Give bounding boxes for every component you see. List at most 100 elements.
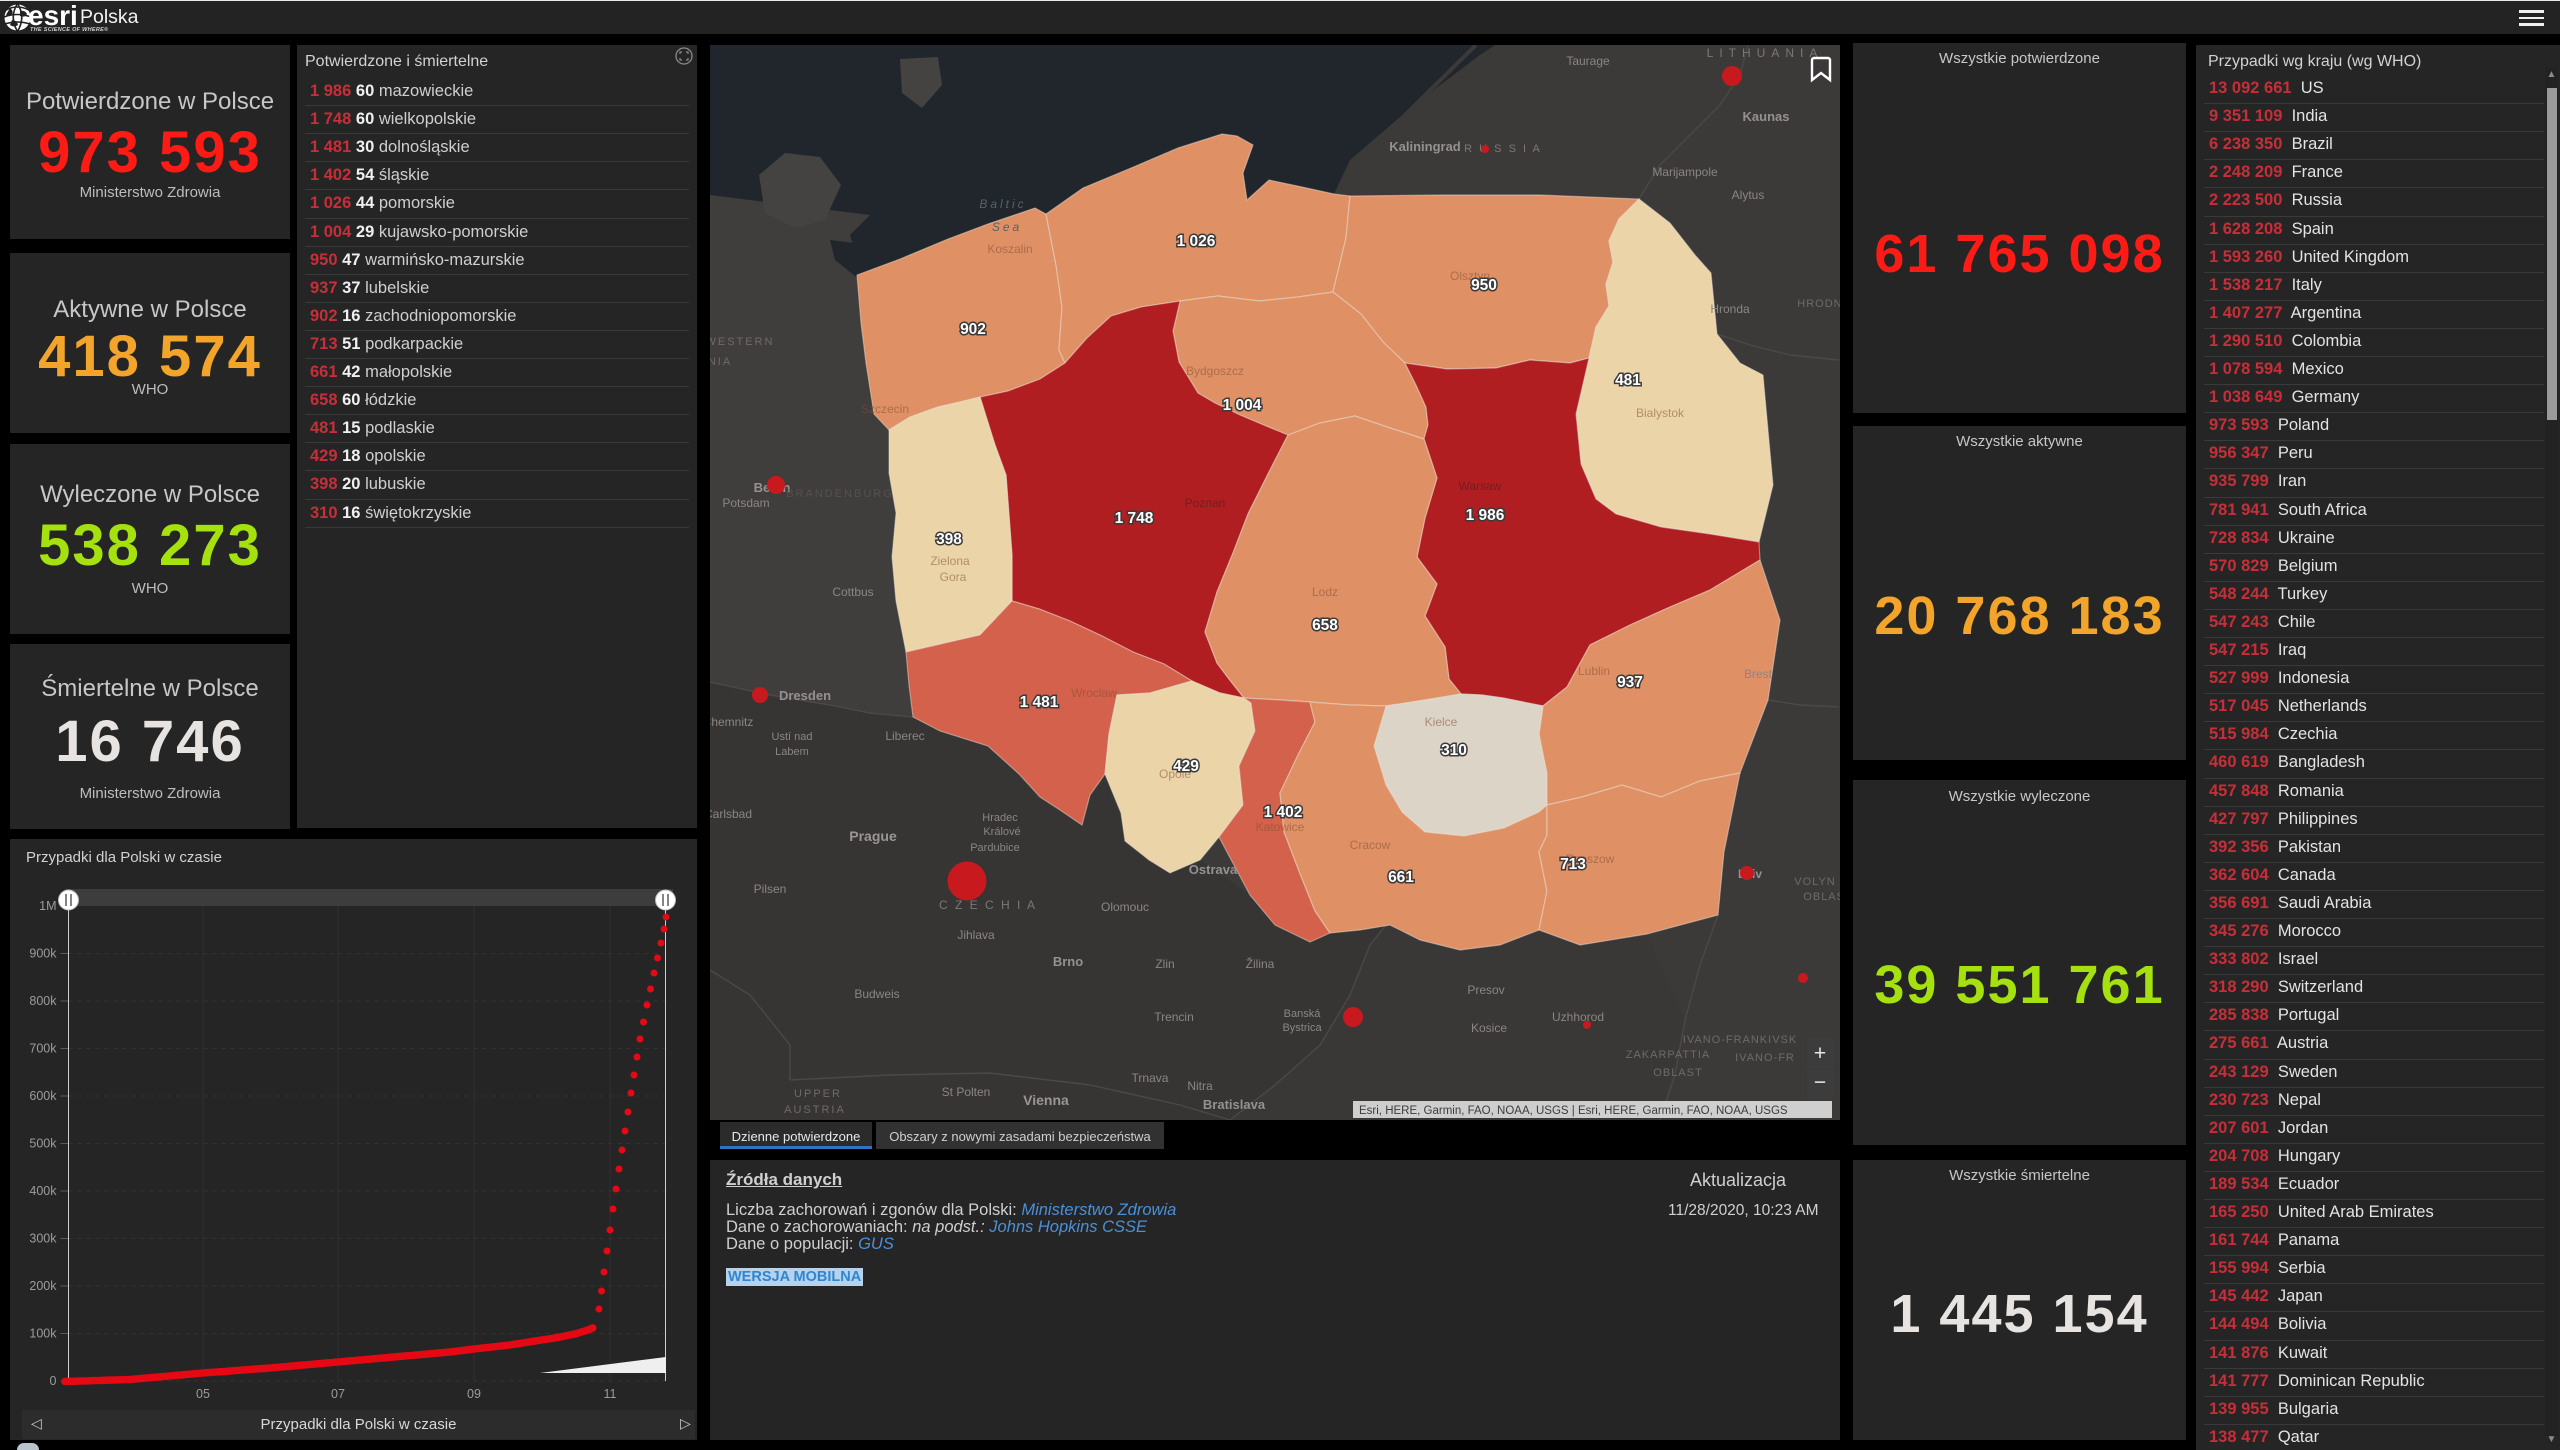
svg-text:Zielona: Zielona [930, 554, 970, 568]
svg-text:937: 937 [1617, 674, 1643, 691]
svg-text:1 481: 1 481 [1020, 694, 1059, 711]
svg-text:Budweis: Budweis [854, 987, 899, 1001]
svg-text:Hradec: Hradec [982, 812, 1018, 824]
svg-text:Alytus: Alytus [1732, 188, 1765, 202]
svg-text:Marijampole: Marijampole [1652, 165, 1718, 179]
svg-text:Kielce: Kielce [1425, 715, 1458, 729]
svg-text:300k: 300k [29, 1232, 57, 1246]
svg-text:IVANO-FR: IVANO-FR [1735, 1052, 1795, 1064]
svg-text:658: 658 [1312, 617, 1338, 634]
svg-text:Vienna: Vienna [1023, 1092, 1069, 1108]
svg-text:Nitra: Nitra [1187, 1079, 1213, 1093]
svg-text:Koszalin: Koszalin [987, 242, 1032, 256]
svg-text:Uzhhorod: Uzhhorod [1552, 1010, 1604, 1024]
svg-text:Esri, HERE, Garmin, FAO, NOAA,: Esri, HERE, Garmin, FAO, NOAA, USGS | Es… [1359, 1105, 1788, 1117]
svg-text:500k: 500k [29, 1137, 57, 1151]
svg-text:09: 09 [467, 1387, 481, 1401]
svg-text:Taurage: Taurage [1566, 54, 1610, 68]
svg-text:Trencin: Trencin [1154, 1010, 1194, 1024]
svg-text:Pardubice: Pardubice [970, 842, 1020, 854]
svg-text:Ostrava: Ostrava [1189, 862, 1238, 877]
svg-text:Jihlava: Jihlava [957, 928, 995, 942]
svg-text:Katowice: Katowice [1256, 820, 1305, 834]
svg-text:UPPER: UPPER [794, 1088, 842, 1100]
svg-text:HRODNA V: HRODNA V [1797, 298, 1840, 310]
svg-text:950: 950 [1471, 277, 1497, 294]
svg-text:VOLYN: VOLYN [1794, 876, 1835, 888]
svg-text:713: 713 [1560, 856, 1586, 873]
svg-text:200k: 200k [29, 1279, 57, 1293]
svg-text:310: 310 [1441, 742, 1467, 759]
svg-text:Kaunas: Kaunas [1743, 109, 1790, 124]
svg-text:Pilsen: Pilsen [754, 882, 787, 896]
svg-text:NIA: NIA [710, 356, 732, 368]
svg-text:Žilina: Žilina [1246, 956, 1275, 971]
svg-text:IVANO-FRANKIVSK: IVANO-FRANKIVSK [1683, 1034, 1797, 1046]
svg-text:BRANDENBURG: BRANDENBURG [786, 488, 894, 500]
svg-text:Liberec: Liberec [885, 729, 924, 743]
svg-text:Carlsbad: Carlsbad [710, 807, 752, 821]
svg-text:Olomouc: Olomouc [1101, 900, 1149, 914]
svg-text:661: 661 [1388, 869, 1414, 886]
svg-text:902: 902 [960, 321, 986, 338]
svg-text:Králové: Králové [983, 826, 1020, 838]
svg-text:0: 0 [50, 1374, 57, 1388]
svg-text:Bialystok: Bialystok [1636, 406, 1685, 420]
svg-text:398: 398 [936, 531, 962, 548]
svg-text:700k: 700k [29, 1042, 57, 1056]
svg-text:Banská: Banská [1284, 1008, 1322, 1020]
svg-text:1 402: 1 402 [1264, 804, 1303, 821]
svg-text:Szczecin: Szczecin [861, 402, 909, 416]
svg-text:429: 429 [1173, 758, 1199, 775]
svg-text:1 748: 1 748 [1115, 510, 1154, 527]
svg-text:Wroclaw: Wroclaw [1071, 686, 1117, 700]
svg-text:Dresden: Dresden [779, 688, 831, 703]
svg-text:Zlin: Zlin [1155, 957, 1174, 971]
svg-text:LITHUANIA: LITHUANIA [1707, 46, 1824, 60]
svg-text:900k: 900k [29, 947, 57, 961]
svg-text:Brest: Brest [1744, 667, 1773, 681]
svg-text:Hronda: Hronda [1710, 302, 1750, 316]
svg-text:WESTERN: WESTERN [710, 336, 775, 348]
svg-text:11: 11 [604, 1387, 617, 1401]
svg-text:Bydgoszcz: Bydgoszcz [1186, 364, 1244, 378]
svg-text:Lublin: Lublin [1578, 664, 1610, 678]
svg-text:1 004: 1 004 [1223, 397, 1262, 414]
svg-text:Ustí nad: Ustí nad [772, 731, 813, 743]
svg-text:Bratislava: Bratislava [1203, 1097, 1266, 1112]
svg-text:Sea: Sea [992, 220, 1022, 234]
svg-text:07: 07 [331, 1387, 345, 1401]
svg-text:+: + [1814, 1042, 1826, 1065]
svg-text:1 986: 1 986 [1466, 507, 1505, 524]
svg-text:Bystrica: Bystrica [1282, 1022, 1322, 1034]
svg-text:Lodz: Lodz [1312, 585, 1338, 599]
svg-text:Poznan: Poznan [1185, 496, 1226, 510]
svg-text:800k: 800k [29, 994, 57, 1008]
svg-text:Warsaw: Warsaw [1459, 479, 1502, 493]
svg-text:1M: 1M [39, 899, 56, 913]
svg-text:Labem: Labem [775, 746, 809, 758]
svg-text:R U S S I A: R U S S I A [1464, 143, 1542, 155]
svg-text:Cracow: Cracow [1350, 838, 1391, 852]
svg-text:−: − [1814, 1071, 1826, 1094]
svg-text:Brno: Brno [1053, 954, 1083, 969]
svg-text:Chemnitz: Chemnitz [710, 715, 753, 729]
svg-text:OBLAST: OBLAST [1653, 1067, 1702, 1079]
svg-text:1 026: 1 026 [1177, 233, 1216, 250]
svg-text:Kosice: Kosice [1471, 1021, 1507, 1035]
svg-text:AUSTRIA: AUSTRIA [784, 1104, 846, 1116]
svg-text:Gora: Gora [940, 570, 967, 584]
svg-text:C Z E C H I A: C Z E C H I A [939, 898, 1037, 912]
svg-text:OBLAST: OBLAST [1803, 891, 1840, 903]
svg-text:Potsdam: Potsdam [722, 496, 769, 510]
svg-text:Baltic: Baltic [979, 197, 1026, 211]
svg-text:St Polten: St Polten [942, 1085, 991, 1099]
svg-text:Cottbus: Cottbus [832, 585, 873, 599]
svg-text:ZAKARPATTIA: ZAKARPATTIA [1626, 1049, 1711, 1061]
svg-text:Presov: Presov [1467, 983, 1504, 997]
svg-text:100k: 100k [29, 1327, 57, 1341]
svg-text:481: 481 [1615, 372, 1641, 389]
svg-text:Prague: Prague [849, 828, 897, 844]
svg-text:400k: 400k [29, 1184, 57, 1198]
svg-text:600k: 600k [29, 1089, 57, 1103]
